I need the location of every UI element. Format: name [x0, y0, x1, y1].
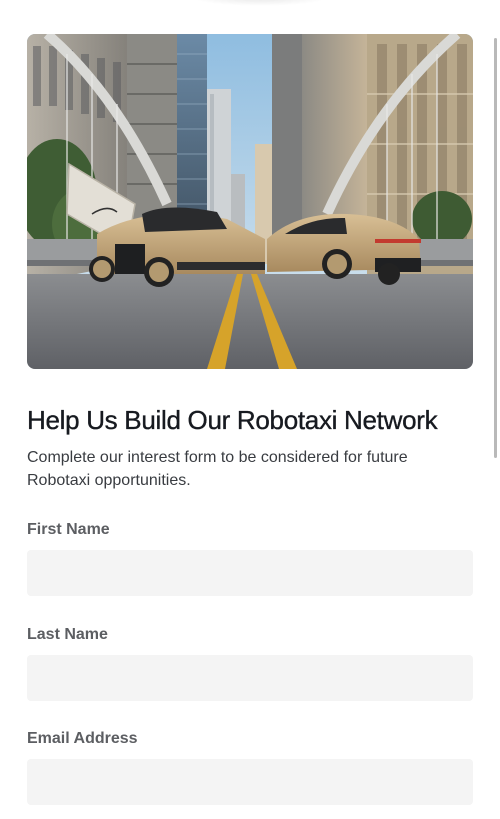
hero-image [27, 34, 473, 369]
page-subtitle: Complete our interest form to be conside… [27, 449, 408, 489]
robotaxi-hero-illustration [27, 34, 473, 369]
last-name-label: Last Name [27, 626, 108, 643]
first-name-label: First Name [27, 521, 110, 538]
scrollbar[interactable] [494, 38, 497, 458]
top-shadow [190, 0, 330, 6]
last-name-field[interactable] [27, 655, 473, 701]
page-title: Help Us Build Our Robotaxi Network [27, 405, 438, 435]
email-address-field[interactable] [27, 759, 473, 805]
email-address-label: Email Address [27, 730, 138, 747]
first-name-field[interactable] [27, 550, 473, 596]
robotaxi-interest-page: Help Us Build Our Robotaxi Network Compl… [0, 0, 500, 819]
